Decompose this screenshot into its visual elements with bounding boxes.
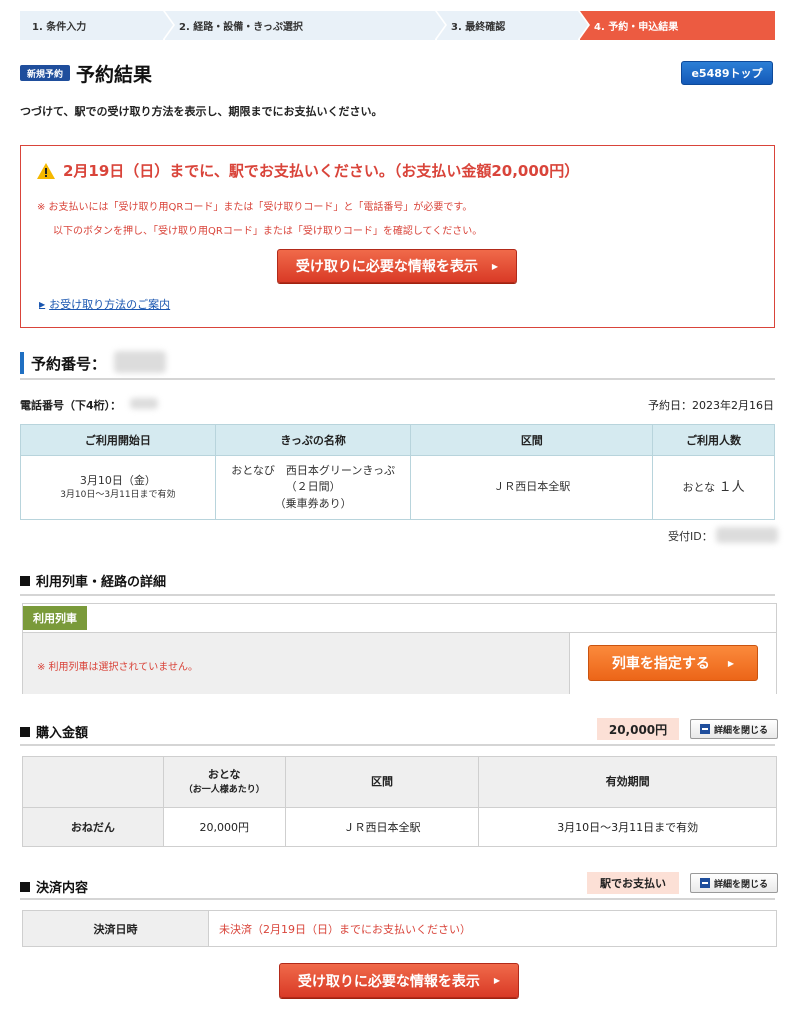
- arrow-right-icon: ▶: [491, 261, 499, 271]
- step-final-confirmation: 3. 最終確認: [437, 11, 590, 40]
- heading-label: 決済内容: [36, 881, 89, 896]
- divider: [20, 378, 775, 380]
- train-action-area: 列車を指定する ▶: [569, 633, 776, 694]
- step-label: 3. 最終確認: [451, 22, 506, 33]
- valid-range: 3月10日～3月11日まで有効: [60, 490, 176, 500]
- square-bullet-icon: [20, 726, 30, 737]
- row-price-label: おねだん: [22, 807, 164, 847]
- new-reservation-badge: 新規予約: [20, 65, 70, 81]
- col-adult: おとな （お一人様あたり）: [162, 756, 286, 808]
- people-cell: おとな １人: [652, 455, 775, 520]
- col-start-date: ご利用開始日: [20, 424, 216, 456]
- minus-icon: [699, 724, 710, 734]
- ticket-name-cell: おとなび 西日本グリーンきっぷ （２日間） （乗車券あり）: [214, 455, 412, 520]
- intro-text: つづけて、駅での受け取り方法を表示し、期限までにお支払いください。: [20, 105, 383, 118]
- section-accent-bar: [20, 352, 24, 374]
- purchase-table: おとな （お一人様あたり） 区間 有効期間 おねだん 20,000円 ＪＲ西日本…: [22, 756, 777, 847]
- col-validity: 有効期間: [478, 756, 777, 808]
- col-section: 区間: [410, 424, 654, 456]
- alert-heading: 2月19日（日）までに、駅でお支払いください。（お支払い金額20,000円）: [37, 160, 579, 181]
- button-label: 詳細を閉じる: [713, 725, 768, 736]
- start-date-cell: 3月10日（金） 3月10日～3月11日まで有効: [20, 455, 216, 520]
- square-bullet-icon: [20, 575, 30, 586]
- row-payment-date-label: 決済日時: [22, 910, 209, 947]
- divider: [20, 898, 775, 900]
- table-row: おねだん 20,000円 ＪＲ西日本全駅 3月10日～3月11日まで有効: [22, 807, 777, 847]
- train-tag: 利用列車: [23, 606, 87, 630]
- section-cell: ＪＲ西日本全駅: [410, 455, 654, 520]
- heading-label: 購入金額: [36, 726, 89, 741]
- arrow-right-icon: ▶: [493, 976, 501, 985]
- step-label: 2. 経路・設備・きっぷ選択: [179, 22, 303, 33]
- arrow-right-icon: ▶: [727, 658, 735, 668]
- train-not-selected-note: ※ 利用列車は選択されていません。: [37, 662, 198, 673]
- col-ticket-name: きっぷの名称: [214, 424, 412, 456]
- warning-icon: [37, 162, 55, 179]
- col-adult-label: おとな: [207, 768, 241, 781]
- button-label: 受け取りに必要な情報を表示: [295, 259, 478, 275]
- button-label: 受け取りに必要な情報を表示: [297, 973, 480, 990]
- specify-train-button[interactable]: 列車を指定する ▶: [588, 645, 758, 681]
- ticket-name-line-1: おとなび 西日本グリーンきっぷ: [231, 463, 395, 477]
- corner-cell: [22, 756, 164, 808]
- divider: [20, 744, 775, 746]
- purchase-amount-pill: 20,000円: [597, 718, 679, 740]
- payment-alert-box: 2月19日（日）までに、駅でお支払いください。（お支払い金額20,000円） ※…: [20, 145, 775, 328]
- ticket-table: ご利用開始日 きっぷの名称 区間 ご利用人数 3月10日（金） 3月10日～3月…: [20, 424, 775, 520]
- payment-close-details-button[interactable]: 詳細を閉じる: [690, 873, 778, 893]
- train-body: ※ 利用列車は選択されていません。 列車を指定する ▶: [23, 632, 776, 694]
- table-row: 決済日時 未決済（2月19日（日）までにお支払いください）: [22, 910, 777, 947]
- section-cell: ＪＲ西日本全駅: [284, 807, 480, 847]
- table-row: 3月10日（金） 3月10日～3月11日まで有効 おとなび 西日本グリーンきっぷ…: [20, 455, 775, 520]
- purchase-close-details-button[interactable]: 詳細を閉じる: [690, 719, 778, 739]
- payment-status-cell: 未決済（2月19日（日）までにお支払いください）: [208, 910, 777, 947]
- page-title: 予約結果: [76, 64, 153, 86]
- pickup-guide-link[interactable]: ▶ お受け取り方法のご案内: [39, 296, 170, 312]
- phone-last4-label: 電話番号（下4桁）：: [20, 399, 122, 412]
- step-label: 4. 予約・申込結果: [594, 22, 679, 33]
- alert-note-1: ※ お支払いには「受け取り用QRコード」または「受け取りコード」と「電話番号」が…: [37, 202, 473, 213]
- col-adult-sub: （お一人様あたり）: [183, 784, 265, 795]
- show-pickup-info-button[interactable]: 受け取りに必要な情報を表示 ▶: [277, 249, 517, 283]
- triangle-right-icon: ▶: [39, 299, 46, 309]
- square-bullet-icon: [20, 881, 30, 892]
- progress-steps: 1. 条件入力 2. 経路・設備・きっぷ選択 3. 最終確認 4. 予約・申込結…: [20, 11, 775, 40]
- ticket-name-line-3: （乗車券あり）: [274, 496, 352, 510]
- show-pickup-info-button-bottom[interactable]: 受け取りに必要な情報を表示 ▶: [279, 963, 519, 998]
- step-label: 1. 条件入力: [32, 22, 87, 33]
- receipt-id-redacted: [716, 527, 778, 543]
- link-label: お受け取り方法のご案内: [49, 298, 171, 311]
- receipt-id-label: 受付ID：: [668, 530, 713, 543]
- e5489-top-button[interactable]: e5489トップ: [681, 61, 773, 85]
- people-prefix: おとな: [682, 480, 716, 494]
- col-people: ご利用人数: [652, 424, 775, 456]
- step-input-conditions: 1. 条件入力: [20, 11, 175, 40]
- payment-section-heading: 決済内容: [20, 877, 88, 896]
- button-label: 詳細を閉じる: [713, 879, 768, 890]
- alert-title: 2月19日（日）までに、駅でお支払いください。（お支払い金額20,000円）: [63, 162, 580, 180]
- price-cell: 20,000円: [162, 807, 286, 847]
- reservation-number-label: 予約番号：: [31, 355, 107, 373]
- ticket-name-line-2: （２日間）: [285, 480, 341, 494]
- reservation-number-redacted: [114, 351, 166, 373]
- minus-icon: [699, 878, 710, 888]
- divider: [20, 594, 775, 596]
- col-section: 区間: [284, 756, 480, 808]
- button-label: 列車を指定する: [611, 656, 710, 672]
- step-route-selection: 2. 経路・設備・きっぷ選択: [165, 11, 447, 40]
- validity-cell: 3月10日～3月11日まで有効: [478, 807, 777, 847]
- phone-last4-redacted: [130, 398, 158, 409]
- train-section-heading: 利用列車・経路の詳細: [20, 571, 166, 590]
- payment-method-pill: 駅でお支払い: [587, 872, 679, 894]
- step-result-active: 4. 予約・申込結果: [580, 11, 775, 40]
- train-panel: 利用列車 ※ 利用列車は選択されていません。 列車を指定する ▶: [22, 603, 777, 694]
- reservation-date: 予約日：2023年2月16日: [648, 399, 774, 412]
- purchase-section-heading: 購入金額: [20, 722, 88, 741]
- heading-label: 利用列車・経路の詳細: [36, 575, 167, 590]
- people-count: １人: [718, 479, 745, 495]
- alert-note-2: 以下のボタンを押し、「受け取り用QRコード」または「受け取りコード」を確認してく…: [53, 226, 483, 237]
- start-date: 3月10日（金）: [79, 473, 156, 487]
- payment-table: 決済日時 未決済（2月19日（日）までにお支払いください）: [22, 910, 777, 947]
